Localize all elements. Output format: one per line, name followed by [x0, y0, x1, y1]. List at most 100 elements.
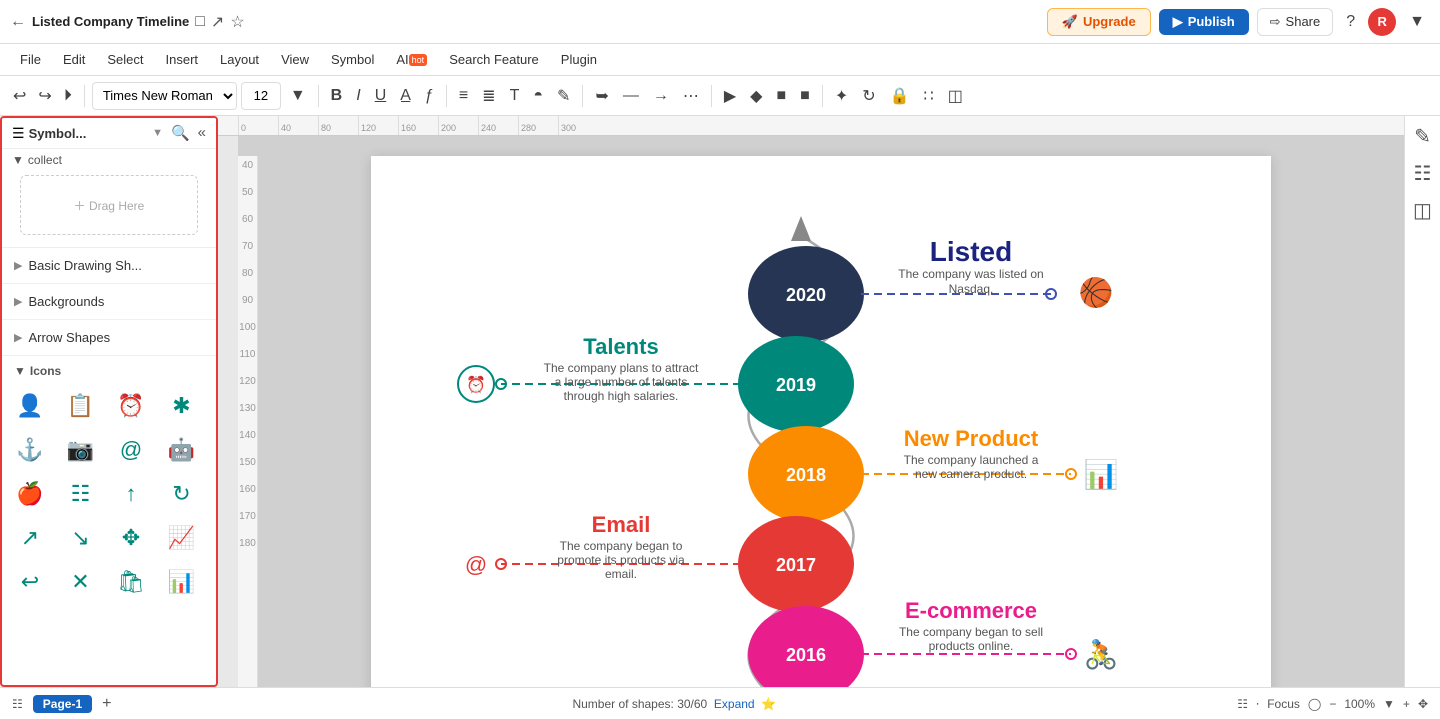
redo-button[interactable]: ↪ [33, 83, 56, 109]
doc-icon[interactable]: □ [195, 13, 205, 31]
group-button[interactable]: ∷ [919, 83, 939, 109]
shape-button[interactable]: ◆ [745, 83, 767, 109]
avatar[interactable]: R [1368, 8, 1396, 36]
publish-button[interactable]: ▶ Publish [1159, 9, 1249, 35]
table-button[interactable]: ■ [795, 84, 815, 108]
sep6 [822, 85, 823, 107]
section-arrow: ▶ [14, 259, 22, 272]
icon-anchor[interactable]: ⚓ [10, 430, 50, 470]
icon-alarm[interactable]: ⏰ [111, 386, 151, 426]
upgrade-button[interactable]: 🚀 Upgrade [1047, 8, 1151, 36]
align-center-button[interactable]: ≡ [454, 84, 473, 108]
line-style-button[interactable]: — [618, 84, 644, 108]
focus-icon[interactable]: ⸱ [1256, 695, 1259, 712]
icon-arrow-upleft[interactable]: ↗ [10, 518, 50, 558]
layers-icon-status[interactable]: ☷ [1237, 697, 1248, 711]
icon-person[interactable]: 👤 [10, 386, 50, 426]
menu-plugin[interactable]: Plugin [551, 44, 607, 76]
collapse-icon[interactable]: « [198, 124, 206, 142]
arrow-button[interactable]: → [648, 84, 674, 108]
canvas-wrapper[interactable]: 40 50 60 70 80 90 100 110 120 130 140 15… [238, 136, 1404, 687]
menu-search-feature[interactable]: Search Feature [439, 44, 549, 76]
menu-select[interactable]: Select [97, 44, 153, 76]
icon-at[interactable]: @ [111, 430, 151, 470]
magic-button[interactable]: ✦ [830, 83, 853, 109]
icon-close-x[interactable]: ✕ [61, 562, 101, 602]
icon-robot[interactable]: 🤖 [162, 430, 202, 470]
icon-bag[interactable]: 🛍 [111, 562, 151, 602]
icon-refresh[interactable]: ↻ [162, 474, 202, 514]
zoom-in-button[interactable]: + [1403, 697, 1410, 711]
font-size-dropdown[interactable]: ▼ [285, 84, 311, 108]
icon-fullscreen[interactable]: ✥ [111, 518, 151, 558]
underline-button[interactable]: U [370, 84, 392, 108]
dropdown-icon[interactable]: ▼ [1404, 10, 1430, 34]
icon-exclaim[interactable]: ✱ [162, 386, 202, 426]
arrow-shapes-item[interactable]: ▶ Arrow Shapes [2, 324, 216, 351]
canvas-area[interactable]: 0 40 80 120 160 200 240 280 300 40 50 60… [218, 116, 1404, 687]
zoom-dropdown[interactable]: ▼ [1383, 697, 1395, 711]
talents-desc1: The company plans to attract [544, 361, 699, 375]
dot-line-button[interactable]: ⋯ [678, 83, 704, 109]
icon-camera[interactable]: 📷 [61, 430, 101, 470]
undo-button[interactable]: ↩ [8, 83, 31, 109]
extra-undo[interactable]: ⏵ [59, 83, 77, 109]
font-family-select[interactable]: Times New Roman [92, 82, 237, 110]
expand-link[interactable]: Expand [714, 697, 755, 711]
menu-edit[interactable]: Edit [53, 44, 95, 76]
help-icon[interactable]: ? [1341, 10, 1360, 34]
share-icon: ⇨ [1270, 14, 1281, 30]
pen-button[interactable]: ✎ [552, 83, 575, 109]
font-size-input[interactable] [241, 82, 281, 110]
menu-view[interactable]: View [271, 44, 319, 76]
grid-button[interactable]: ◫ [943, 83, 968, 109]
icon-chart-bar[interactable]: 📊 [162, 562, 202, 602]
layers-icon[interactable]: ☷ [1414, 161, 1432, 186]
italic-button[interactable]: I [351, 84, 365, 108]
icon-id-card[interactable]: 📋 [61, 386, 101, 426]
focus-label[interactable]: Focus [1267, 697, 1300, 711]
menu-symbol[interactable]: Symbol [321, 44, 384, 76]
add-page-button[interactable]: + [102, 695, 111, 713]
menu-layout[interactable]: Layout [210, 44, 269, 76]
layers-status-icon[interactable]: ☷ [12, 697, 23, 711]
menu-insert[interactable]: Insert [156, 44, 209, 76]
main-content: ☰ Symbol... ▼ 🔍 « ▼ collect ＋ Drag Here … [0, 116, 1440, 687]
menu-ai[interactable]: AI hot [386, 44, 437, 76]
search-icon[interactable]: 🔍 [171, 124, 190, 142]
newproduct-desc1: The company launched a [904, 453, 1039, 467]
zoom-out-button[interactable]: − [1329, 697, 1336, 711]
image-button[interactable]: ▶ [719, 83, 741, 109]
share-doc-icon[interactable]: ↗ [211, 12, 224, 32]
crop-button[interactable]: ■ [771, 84, 791, 108]
ruler-tick: 120 [358, 116, 398, 135]
page-1-tab[interactable]: Page-1 [33, 695, 92, 713]
edit-icon[interactable]: ✎ [1414, 124, 1431, 149]
icon-arrow-up[interactable]: ↑ [111, 474, 151, 514]
fullscreen-button[interactable]: ✥ [1418, 697, 1428, 711]
star-icon[interactable]: ☆ [230, 12, 244, 32]
clear-format-button[interactable]: ◓ [528, 84, 548, 108]
icon-apple[interactable]: 🍎 [10, 474, 50, 514]
lock-button[interactable]: 🔒 [885, 83, 915, 109]
bold-button[interactable]: B [326, 84, 348, 108]
backgrounds-item[interactable]: ▶ Backgrounds [2, 288, 216, 315]
strikethrough-button[interactable]: ƒ [420, 84, 439, 108]
back-icon[interactable]: ← [10, 13, 26, 31]
font-color-button[interactable]: A̲ [395, 84, 416, 108]
grid-view-icon[interactable]: ◫ [1413, 198, 1432, 223]
menu-file[interactable]: File [10, 44, 51, 76]
share-button[interactable]: ⇨ Share [1257, 8, 1334, 36]
rotate-button[interactable]: ↻ [857, 83, 880, 109]
icon-reply[interactable]: ↩ [10, 562, 50, 602]
drag-here-box[interactable]: ＋ Drag Here [20, 175, 198, 235]
align-options-button[interactable]: ≣ [477, 83, 500, 109]
connect-button[interactable]: ➥ [590, 83, 613, 109]
icon-grid[interactable]: ​☷ [61, 474, 101, 514]
v-ruler-mark: 140 [239, 430, 256, 441]
basic-drawing-item[interactable]: ▶ Basic Drawing Sh... [2, 252, 216, 279]
icon-trend-up[interactable]: 📈 [162, 518, 202, 558]
icon-arrow-downright[interactable]: ↘ [61, 518, 101, 558]
text-button[interactable]: T [505, 84, 525, 108]
ruler-tick: 80 [318, 116, 358, 135]
